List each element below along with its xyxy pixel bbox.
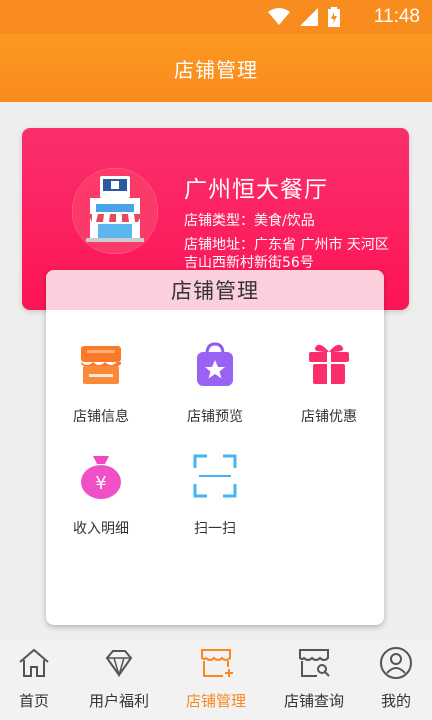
shop-type: 店铺类型：美食/饮品: [184, 213, 315, 229]
tab-shop-management[interactable]: 店铺管理: [182, 646, 250, 711]
tab-user-benefits[interactable]: 用户福利: [84, 646, 154, 711]
wifi-icon: [268, 8, 290, 25]
shopping-bag-star-icon: [197, 342, 233, 386]
grid-item-label: 店铺信息: [73, 409, 129, 425]
grid-item-label: 收入明细: [73, 521, 129, 537]
grid-item-label: 店铺优惠: [301, 409, 357, 425]
tab-home[interactable]: 首页: [14, 646, 54, 711]
grid-item-shop-preview[interactable]: 店铺预览: [160, 340, 270, 426]
store-search-icon: [299, 649, 330, 677]
home-icon: [19, 648, 49, 677]
shop-avatar: [72, 168, 158, 254]
shop-address: 店铺地址：广东省 广州市 天河区 吉山西新村新街56号: [184, 237, 389, 271]
tab-label: 用户福利: [88, 692, 149, 710]
page-title: 店铺管理: [174, 57, 258, 82]
store-add-icon: [201, 649, 233, 677]
grid-item-shop-info[interactable]: 店铺信息: [46, 340, 156, 426]
panel-title: 店铺管理: [171, 279, 259, 303]
storefront-icon: [72, 168, 158, 254]
money-bag-icon: ¥: [81, 456, 121, 499]
shop-name: 广州恒大餐厅: [184, 177, 328, 203]
tab-label: 首页: [18, 692, 49, 710]
grid-item-label: 店铺预览: [187, 409, 243, 425]
status-time: 11:48: [373, 6, 420, 27]
user-icon: [380, 647, 412, 679]
bottom-tab-bar: 首页 用户福利 店铺管理 店铺查询 我的: [0, 640, 432, 720]
tab-label: 我的: [380, 692, 411, 710]
management-panel: 店铺管理 店铺信息 店铺预览 店铺优惠 ¥ 收入明细 扫一扫: [46, 270, 384, 625]
status-icons: [268, 7, 340, 27]
gift-icon: [309, 344, 349, 384]
panel-header: 店铺管理: [46, 270, 384, 310]
grid-item-income-details[interactable]: ¥ 收入明细: [46, 452, 156, 538]
signal-icon: [300, 8, 318, 26]
tab-mine[interactable]: 我的: [378, 646, 414, 711]
svg-text:¥: ¥: [95, 473, 106, 494]
diamond-icon: [105, 650, 133, 678]
tab-label: 店铺管理: [185, 692, 246, 710]
grid-item-label: 扫一扫: [194, 521, 236, 537]
grid-item-scan[interactable]: 扫一扫: [160, 452, 270, 538]
status-bar: 11:48: [0, 0, 432, 34]
nav-bar: 店铺管理: [0, 34, 432, 102]
grid-item-shop-discount[interactable]: 店铺优惠: [274, 340, 384, 426]
battery-icon: [328, 7, 340, 27]
tab-shop-search[interactable]: 店铺查询: [280, 646, 348, 711]
tab-label: 店铺查询: [283, 692, 344, 710]
shop-info-icon: [81, 346, 121, 384]
scan-icon: [193, 454, 237, 498]
